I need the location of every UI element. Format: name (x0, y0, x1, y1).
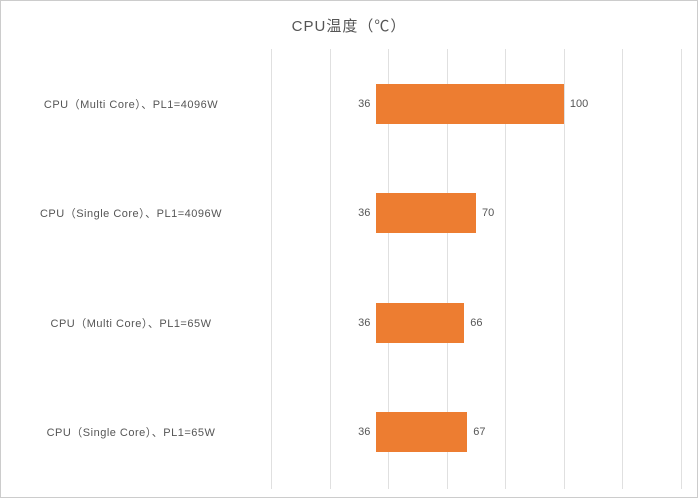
chart-row: CPU（Single Core）、PL1=4096W3670 (1, 178, 697, 248)
bar-wrap: 3666 (376, 303, 464, 343)
category-label: CPU（Single Core）、PL1=65W (1, 424, 261, 440)
category-label: CPU（Single Core）、PL1=4096W (1, 205, 261, 221)
min-value-label: 36 (358, 317, 370, 329)
value-label: 70 (482, 207, 494, 219)
value-label: 67 (473, 426, 485, 438)
min-value-label: 36 (358, 426, 370, 438)
bar (376, 412, 467, 452)
bar-wrap: 3667 (376, 412, 467, 452)
bar (376, 303, 464, 343)
bar (376, 84, 563, 124)
category-label: CPU（Multi Core）、PL1=4096W (1, 96, 261, 112)
chart-row: CPU（Multi Core）、PL1=65W3666 (1, 288, 697, 358)
chart-row: CPU（Single Core）、PL1=65W3667 (1, 397, 697, 467)
bar-wrap: 36100 (376, 84, 563, 124)
category-label: CPU（Multi Core）、PL1=65W (1, 315, 261, 331)
chart-rows: CPU（Multi Core）、PL1=4096W36100CPU（Single… (1, 49, 697, 487)
value-label: 100 (570, 98, 588, 110)
min-value-label: 36 (358, 207, 370, 219)
bar (376, 193, 476, 233)
value-label: 66 (470, 317, 482, 329)
min-value-label: 36 (358, 98, 370, 110)
bar-wrap: 3670 (376, 193, 476, 233)
chart-title: CPU温度（℃） (1, 1, 697, 46)
chart-container: CPU温度（℃） CPU（Multi Core）、PL1=4096W36100C… (0, 0, 698, 498)
chart-row: CPU（Multi Core）、PL1=4096W36100 (1, 69, 697, 139)
